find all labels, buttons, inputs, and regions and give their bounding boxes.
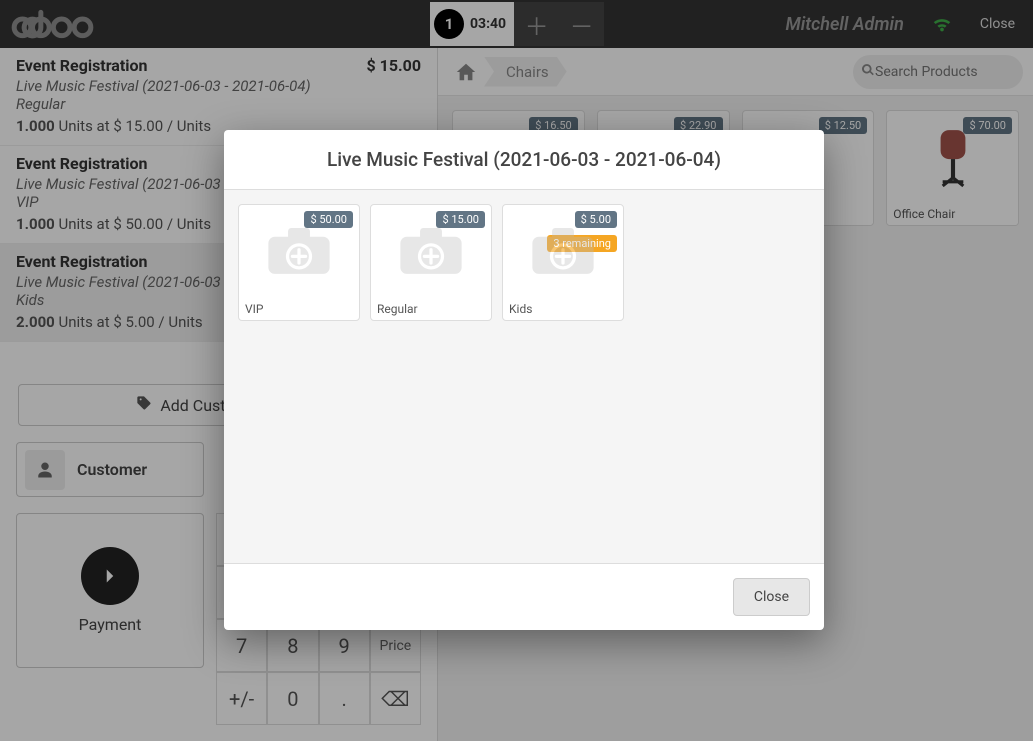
modal-body: $ 50.00 VIP $ 15.00 Regular $ 5.00 3 rem… (224, 190, 824, 563)
event-modal: Live Music Festival (2021-06-03 - 2021-0… (224, 130, 824, 630)
ticket-card[interactable]: $ 50.00 VIP (238, 204, 360, 321)
ticket-name: VIP (239, 298, 359, 320)
modal-title: Live Music Festival (2021-06-03 - 2021-0… (224, 130, 824, 190)
ticket-card[interactable]: $ 5.00 3 remaining Kids (502, 204, 624, 321)
ticket-name: Regular (371, 298, 491, 320)
ticket-name: Kids (503, 298, 623, 320)
ticket-card[interactable]: $ 15.00 Regular (370, 204, 492, 321)
modal-close-button[interactable]: Close (733, 578, 810, 616)
